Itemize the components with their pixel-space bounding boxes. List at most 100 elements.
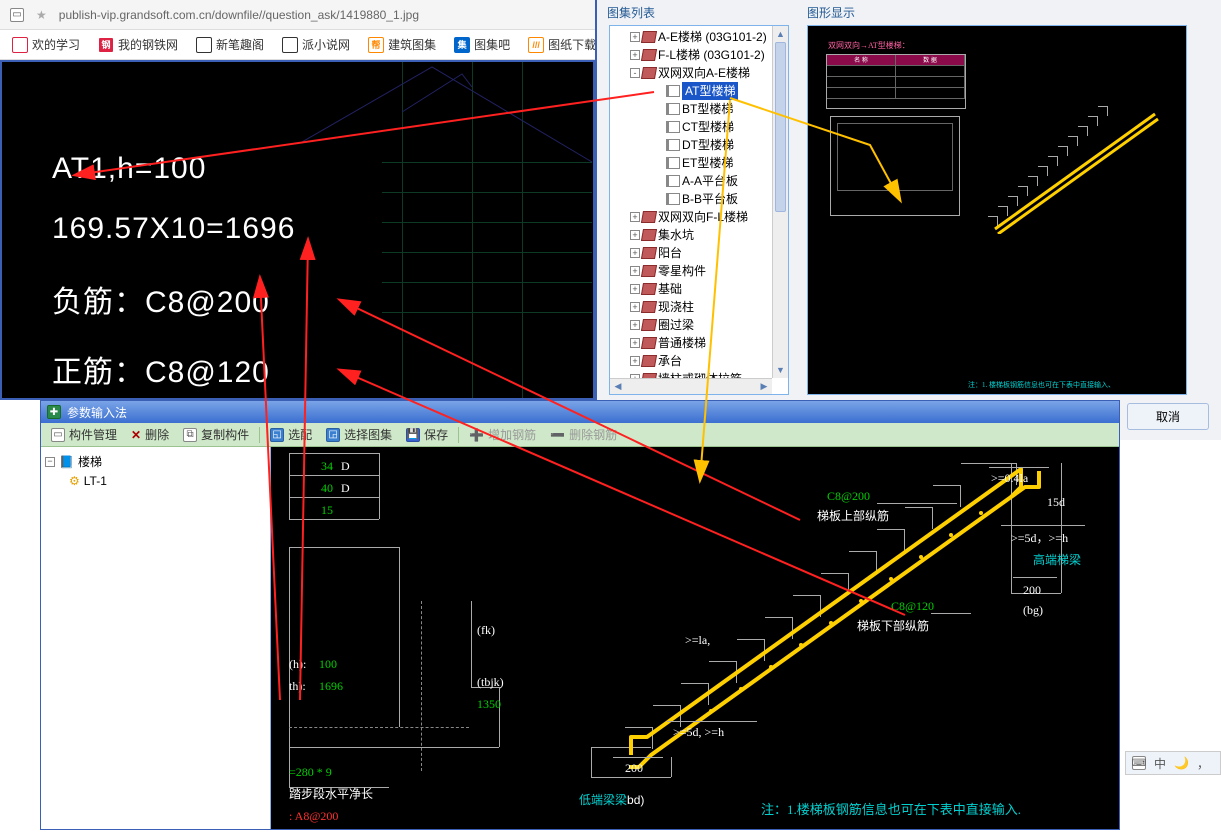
- d-40: D: [341, 481, 350, 496]
- star-icon[interactable]: ★: [36, 8, 47, 22]
- num-40: 40: [321, 481, 333, 496]
- pick-button[interactable]: ◱选配: [266, 425, 316, 444]
- tree-item[interactable]: +集水坑: [612, 226, 786, 244]
- page-icon: [666, 121, 680, 133]
- tree-item[interactable]: +A-E楼梯 (03G101-2): [612, 28, 786, 46]
- bookmark[interactable]: 钢我的钢铁网: [98, 36, 178, 53]
- save-button[interactable]: 💾保存: [402, 425, 452, 444]
- anno-line-1: AT1,h=100: [52, 152, 206, 186]
- favicon-icon: 钢: [98, 37, 114, 53]
- expand-icon[interactable]: +: [630, 338, 640, 348]
- tree-item[interactable]: +圈过梁: [612, 316, 786, 334]
- tree-item[interactable]: + 普通楼梯: [612, 334, 786, 352]
- tree-item[interactable]: B-B平台板: [612, 190, 786, 208]
- expand-icon[interactable]: +: [630, 248, 640, 258]
- expand-icon[interactable]: +: [630, 284, 640, 294]
- del-rebar-button[interactable]: ➖删除钢筋: [546, 425, 621, 444]
- book-icon: [641, 265, 657, 277]
- atlas-tree[interactable]: +A-E楼梯 (03G101-2)+F-L楼梯 (03G101-2)-双网双向A…: [609, 25, 789, 395]
- tree-item[interactable]: BT型楼梯: [612, 100, 786, 118]
- tree-item[interactable]: -双网双向A-E楼梯: [612, 64, 786, 82]
- expand-icon[interactable]: -: [630, 68, 640, 78]
- tree-root[interactable]: − 📘 楼梯: [45, 451, 266, 472]
- manage-button[interactable]: ▭构件管理: [47, 425, 121, 444]
- tree-item[interactable]: + F-L楼梯 (03G101-2): [612, 46, 786, 64]
- thumbnail-preview: 双网双向→AT型楼梯： 名 称数 据: [807, 25, 1187, 395]
- book-icon: [641, 49, 657, 61]
- scroll-down-icon[interactable]: ▼: [773, 362, 788, 378]
- c8-120: C8@120: [891, 599, 934, 614]
- tree-item[interactable]: AT型楼梯: [612, 82, 786, 100]
- select-atlas-button[interactable]: ◲选择图集: [322, 425, 396, 444]
- bookmark[interactable]: ///图纸下载: [528, 36, 596, 53]
- tree-item[interactable]: +承台: [612, 352, 786, 370]
- book-icon: [641, 31, 657, 43]
- tree-item[interactable]: +现浇柱: [612, 298, 786, 316]
- bookmark[interactable]: 新笔趣阁: [196, 36, 264, 53]
- add-rebar-button[interactable]: ➕增加钢筋: [465, 425, 540, 444]
- tree-item-label: 普通楼梯: [658, 334, 706, 352]
- expand-icon[interactable]: +: [630, 266, 640, 276]
- tree-item-label: 双网双向F-L楼梯: [658, 208, 748, 226]
- cad-annotation-view: AT1,h=100 169.57X10=1696 负筋：C8@200 正筋：C8…: [0, 60, 595, 400]
- scroll-thumb[interactable]: [775, 42, 786, 212]
- low-200: 200: [625, 761, 643, 776]
- gear-icon: ⚙: [69, 474, 80, 488]
- th-value[interactable]: 1696: [319, 679, 343, 694]
- book-icon: [641, 67, 657, 79]
- tree-item[interactable]: A-A平台板: [612, 172, 786, 190]
- bookmark[interactable]: 派小说网: [282, 36, 350, 53]
- scroll-up-icon[interactable]: ▲: [773, 26, 788, 42]
- app-icon: ✚: [47, 405, 61, 419]
- la-label: >=la,: [685, 633, 710, 648]
- moon-icon[interactable]: 🌙: [1174, 756, 1189, 770]
- tree-item-label: F-L楼梯 (03G101-2): [658, 46, 765, 64]
- scrollbar-vertical[interactable]: ▲ ▼: [772, 26, 788, 378]
- tree-item[interactable]: + 双网双向F-L楼梯: [612, 208, 786, 226]
- expand-icon[interactable]: +: [630, 356, 640, 366]
- roof-lines: [302, 62, 595, 182]
- cancel-button[interactable]: 取消: [1127, 403, 1209, 430]
- tree-item[interactable]: ⚙ LT-1: [45, 472, 266, 490]
- expand-icon[interactable]: +: [630, 302, 640, 312]
- tree-item-label: CT型楼梯: [682, 118, 734, 136]
- bookmark[interactable]: 欢的学习: [12, 36, 80, 53]
- a-value[interactable]: : A8@200: [289, 809, 338, 824]
- tree-item[interactable]: ET型楼梯: [612, 154, 786, 172]
- delete-icon: ✕: [131, 428, 141, 442]
- collapse-icon[interactable]: −: [45, 457, 55, 467]
- book-icon: [641, 301, 657, 313]
- bookmark[interactable]: 帮建筑图集: [368, 36, 436, 53]
- component-tree[interactable]: − 📘 楼梯 ⚙ LT-1: [41, 447, 271, 829]
- scroll-right-icon[interactable]: ▶: [756, 379, 772, 394]
- expand-icon[interactable]: +: [630, 320, 640, 330]
- tree-item[interactable]: CT型楼梯: [612, 118, 786, 136]
- h-value[interactable]: 100: [319, 657, 337, 672]
- expand-icon[interactable]: +: [630, 230, 640, 240]
- tree-item[interactable]: DT型楼梯: [612, 136, 786, 154]
- thumb-heading: 双网双向→AT型楼梯：: [828, 40, 910, 51]
- book-icon: [641, 283, 657, 295]
- save-icon: 💾: [406, 428, 420, 442]
- expand-icon[interactable]: +: [630, 212, 640, 222]
- scroll-left-icon[interactable]: ◀: [610, 379, 626, 394]
- param-titlebar: ✚ 参数输入法: [41, 401, 1119, 423]
- param-cad-view[interactable]: 34 D 40 D 15 (h): 100 th): 1696: [271, 447, 1119, 829]
- keyboard-icon[interactable]: ⌨: [1132, 756, 1146, 770]
- tree-item[interactable]: +阳台: [612, 244, 786, 262]
- expand-icon[interactable]: +: [630, 50, 640, 60]
- expand-icon[interactable]: +: [630, 32, 640, 42]
- scrollbar-horizontal[interactable]: ◀ ▶: [610, 378, 772, 394]
- delete-button[interactable]: ✕删除: [127, 425, 173, 444]
- favicon-icon: 集: [454, 37, 470, 53]
- c8-200: C8@200: [827, 489, 870, 504]
- bookmark[interactable]: 集图集吧: [454, 36, 510, 53]
- tree-item[interactable]: +基础: [612, 280, 786, 298]
- copy-button[interactable]: ⧉复制构件: [179, 425, 253, 444]
- tree-item[interactable]: +零星构件: [612, 262, 786, 280]
- h-label: (h):: [289, 657, 306, 672]
- hi-200: 200: [1023, 583, 1041, 598]
- tbjk-value[interactable]: 1350: [477, 697, 501, 712]
- comma-icon[interactable]: ，: [1197, 755, 1209, 772]
- bot-bar-label: 梯板下部纵筋: [857, 617, 929, 634]
